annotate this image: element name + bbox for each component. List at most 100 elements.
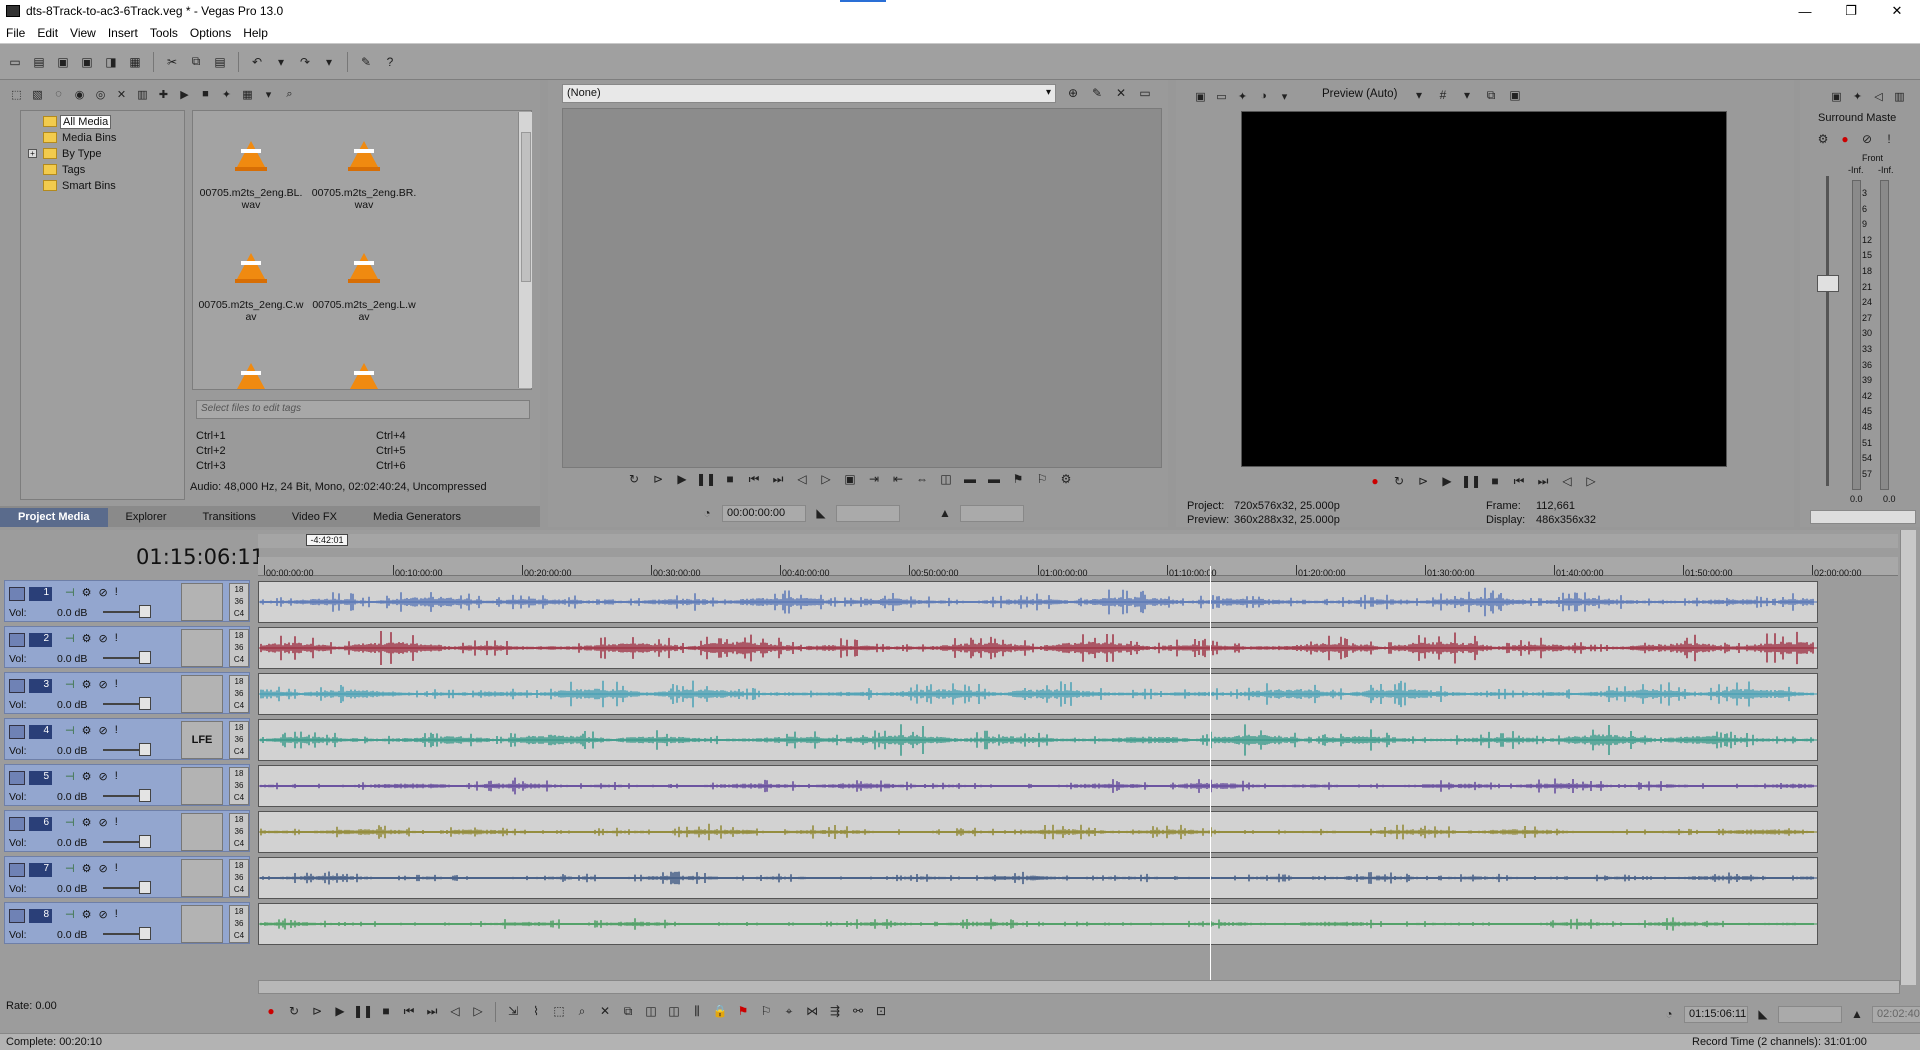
undo-icon[interactable]: ↶ <box>248 53 266 71</box>
maximize-button[interactable]: ❐ <box>1828 0 1874 22</box>
split-screen-icon[interactable]: ◑ <box>1255 88 1272 105</box>
master-fx-chain-icon[interactable]: ⚙ <box>1814 130 1832 148</box>
loop-region-label[interactable]: -4:42:01 <box>306 534 348 546</box>
track-header-1[interactable]: 1 ⊣ ⚙ ⊘! Vol: 0.0 dB 18 36 C4 <box>4 580 250 622</box>
downmix-icon[interactable]: ◁ <box>1870 88 1887 105</box>
stop-icon[interactable]: ■ <box>1486 472 1504 490</box>
tags-input[interactable]: Select files to edit tags <box>196 400 530 419</box>
go-to-end-icon[interactable]: ⏭ <box>769 470 787 488</box>
redo-icon[interactable]: ↷ <box>296 53 314 71</box>
play-from-start-icon[interactable]: ⊳ <box>649 470 667 488</box>
quality-dropdown-icon[interactable]: ▾ <box>1276 88 1293 105</box>
track-solo-icon[interactable]: ! <box>115 770 118 783</box>
loop-icon[interactable]: ↻ <box>1390 472 1408 490</box>
next-frame-icon[interactable]: ▷ <box>817 470 835 488</box>
timeline-vertical-scrollbar[interactable] <box>1900 530 1916 985</box>
overlays-dropdown-icon[interactable]: ▾ <box>1458 86 1476 104</box>
trimmer-media-select[interactable]: (None) <box>562 84 1056 103</box>
media-grid-scrollbar[interactable] <box>518 112 532 388</box>
ignore-grouping-icon[interactable]: ⊡ <box>872 1002 890 1020</box>
media-fx-icon[interactable]: ▥ <box>134 86 151 103</box>
loop-icon[interactable]: ↻ <box>625 470 643 488</box>
tab-transitions[interactable]: Transitions <box>185 508 274 527</box>
track-header-4[interactable]: 4 ⊣ ⚙ ⊘! Vol: 0.0 dB LFE 18 36 C4 <box>4 718 250 760</box>
track-surround-panner[interactable] <box>181 629 223 667</box>
track-surround-panner[interactable] <box>181 905 223 943</box>
menu-help[interactable]: Help <box>237 26 274 40</box>
lock-icon[interactable]: 🔒 <box>711 1002 729 1020</box>
track-header-8[interactable]: 8 ⊣ ⚙ ⊘! Vol: 0.0 dB 18 36 C4 <box>4 902 250 944</box>
track-arm-record-icon[interactable]: ⊣ <box>65 862 75 875</box>
track-expand-icon[interactable] <box>9 725 25 739</box>
track-mute-icon[interactable]: ⊘ <box>98 632 107 645</box>
track-expand-icon[interactable] <box>9 909 25 923</box>
enable-snapping-icon[interactable]: ⌖ <box>780 1002 798 1020</box>
track-surround-panner[interactable] <box>181 583 223 621</box>
scrollbar-thumb[interactable] <box>521 132 531 282</box>
track-surround-panner[interactable]: LFE <box>181 721 223 759</box>
auto-ripple-icon[interactable]: ⇶ <box>826 1002 844 1020</box>
media-plugin-icon[interactable]: ✚ <box>155 86 172 103</box>
track-volume-knob[interactable] <box>139 697 151 710</box>
auto-preview-icon[interactable]: ✦ <box>218 86 235 103</box>
region-icon[interactable]: ⚐ <box>1033 470 1051 488</box>
timeline-horizontal-scrollbar[interactable] <box>258 980 1900 994</box>
track-fx-icon[interactable]: ⚙ <box>82 678 92 691</box>
track-mute-icon[interactable]: ⊘ <box>98 586 107 599</box>
track-mute-icon[interactable]: ⊘ <box>98 862 107 875</box>
trimmer-add-icon[interactable]: ⊕ <box>1064 84 1082 102</box>
envelope-tool-icon[interactable]: ⌇ <box>527 1002 545 1020</box>
previous-frame-icon[interactable]: ◁ <box>446 1002 464 1020</box>
track-fx-icon[interactable]: ⚙ <box>82 586 92 599</box>
tab-video-fx[interactable]: Video FX <box>274 508 355 527</box>
track-volume-knob[interactable] <box>139 881 151 894</box>
track-expand-icon[interactable] <box>9 679 25 693</box>
cursor-time-field[interactable]: 01:15:06:11 <box>1684 1005 1748 1023</box>
trimmer-tool-icon[interactable]: ✎ <box>1088 84 1106 102</box>
go-to-start-icon[interactable]: ⏮ <box>400 1002 418 1020</box>
selection-length-field[interactable]: 02:02:40:24 <box>1872 1005 1920 1023</box>
trimmer-length-field[interactable] <box>960 504 1024 522</box>
views-icon[interactable]: ▦ <box>239 86 256 103</box>
track-solo-icon[interactable]: ! <box>115 908 118 921</box>
trimmer-region-icon[interactable]: ▬ <box>985 470 1003 488</box>
track-volume-knob[interactable] <box>139 927 151 940</box>
track-mute-icon[interactable]: ⊘ <box>98 770 107 783</box>
media-file-item[interactable]: 00705.m2ts_2eng.L.w av <box>308 253 420 323</box>
track-expand-icon[interactable] <box>9 633 25 647</box>
properties-icon[interactable]: ▦ <box>126 53 144 71</box>
marker-icon[interactable]: ⚑ <box>1009 470 1027 488</box>
track-header-2[interactable]: 2 ⊣ ⚙ ⊘! Vol: 0.0 dB 18 36 C4 <box>4 626 250 668</box>
import-media-icon[interactable]: ⬚ <box>8 86 25 103</box>
track-volume-knob[interactable] <box>139 605 151 618</box>
master-solo-icon[interactable]: ! <box>1880 130 1898 148</box>
master-mute-icon[interactable]: ⊘ <box>1858 130 1876 148</box>
trimmer-settings-icon[interactable]: ⚙ <box>1057 470 1075 488</box>
media-file-item[interactable] <box>195 363 307 389</box>
previous-frame-icon[interactable]: ◁ <box>793 470 811 488</box>
track-fx-icon[interactable]: ⚙ <box>82 862 92 875</box>
trimmer-time-field[interactable]: 00:00:00:00 <box>722 504 806 522</box>
next-frame-icon[interactable]: ▷ <box>1582 472 1600 490</box>
zoom-tool-icon[interactable]: ⌕ <box>573 1002 591 1020</box>
menu-options[interactable]: Options <box>184 26 237 40</box>
search-media-icon[interactable]: ◎ <box>92 86 109 103</box>
lock-envelopes-icon[interactable]: ⚯ <box>849 1002 867 1020</box>
go-to-start-icon[interactable]: ⏮ <box>1510 472 1528 490</box>
track-mute-icon[interactable]: ⊘ <box>98 724 107 737</box>
normal-edit-tool-icon[interactable]: ⇲ <box>504 1002 522 1020</box>
audio-event-track-6[interactable] <box>258 811 1818 853</box>
play-icon[interactable]: ▶ <box>331 1002 349 1020</box>
tool-icon[interactable]: ✎ <box>357 53 375 71</box>
search-icon[interactable]: ⌕ <box>281 86 298 103</box>
track-expand-icon[interactable] <box>9 863 25 877</box>
audio-event-track-4[interactable] <box>258 719 1818 761</box>
add-before-icon[interactable]: ⇤ <box>889 470 907 488</box>
track-arm-record-icon[interactable]: ⊣ <box>65 908 75 921</box>
track-arm-record-icon[interactable]: ⊣ <box>65 678 75 691</box>
minimize-button[interactable]: — <box>1782 0 1828 22</box>
go-to-end-icon[interactable]: ⏭ <box>423 1002 441 1020</box>
cut-icon[interactable]: ✂ <box>163 53 181 71</box>
record-icon[interactable]: ● <box>1366 472 1384 490</box>
external-monitor-icon[interactable]: ▭ <box>1213 88 1230 105</box>
